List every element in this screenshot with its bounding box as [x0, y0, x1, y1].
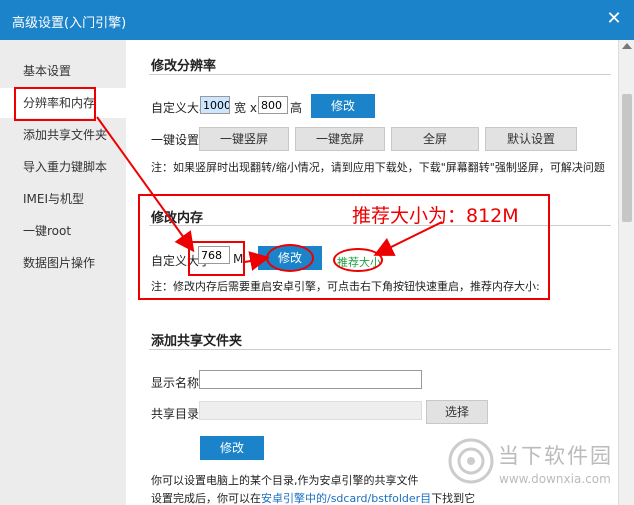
- display-name-label: 显示名称:: [151, 376, 204, 390]
- scrollbar-thumb[interactable]: [622, 94, 632, 222]
- resolution-section-title: 修改分辨率: [151, 59, 217, 74]
- shared-folder-divider: [149, 349, 611, 350]
- scroll-up-arrow-icon[interactable]: [622, 43, 632, 49]
- one-key-portrait-button[interactable]: 一键竖屏: [199, 127, 289, 151]
- sidebar-item-gravity-script[interactable]: 导入重力键脚本: [0, 152, 126, 182]
- fullscreen-button[interactable]: 全屏: [391, 127, 479, 151]
- close-icon[interactable]: ✕: [604, 9, 624, 29]
- memory-input-highlight-box: [188, 241, 245, 276]
- resolution-modify-button[interactable]: 修改: [311, 94, 375, 118]
- resolution-height-input[interactable]: [258, 96, 288, 114]
- sidebar-item-imei-model[interactable]: IMEI与机型: [0, 184, 126, 214]
- sidebar-item-one-key-root[interactable]: 一键root: [0, 216, 126, 246]
- window-title: 高级设置(入门引擎): [12, 16, 127, 31]
- sidebar-item-data-image[interactable]: 数据图片操作: [0, 248, 126, 278]
- title-bar: 高级设置(入门引擎) ✕: [0, 0, 634, 40]
- modify-button-highlight-ellipse: [266, 244, 314, 272]
- shared-folder-info-line1: 你可以设置电脑上的某个目录,作为安卓引擎的共享文件: [151, 474, 419, 487]
- share-directory-label: 共享目录:: [151, 407, 204, 421]
- shared-folder-info-line2: 设置完成后，你可以在安卓引擎中的/sdcard/bstfolder目下找到它: [151, 492, 476, 505]
- resolution-note: 注：如果竖屏时出现翻转/缩小情况，请到应用下载处，下载"屏幕翻转"强制竖屏，可解…: [151, 161, 605, 174]
- vertical-scrollbar[interactable]: [618, 40, 634, 505]
- display-name-input[interactable]: [199, 370, 422, 389]
- shared-folder-modify-button[interactable]: 修改: [200, 436, 264, 460]
- quick-settings-label: 一键设置:: [151, 133, 204, 147]
- resolution-width-label: 宽 x: [234, 101, 257, 115]
- watermark-url: www.downxia.com: [499, 472, 611, 486]
- sidebar-item-basic-settings[interactable]: 基本设置: [0, 56, 126, 86]
- watermark-name: 当下软件园: [498, 444, 613, 468]
- browse-directory-button[interactable]: 选择: [426, 400, 488, 424]
- resolution-width-input[interactable]: [200, 96, 230, 114]
- recommend-link-highlight-ellipse: [333, 248, 383, 272]
- sdcard-path-link[interactable]: 安卓引擎中的/sdcard/bstfolder目: [261, 492, 431, 505]
- downxia-logo-icon: [448, 438, 494, 484]
- default-settings-button[interactable]: 默认设置: [485, 127, 577, 151]
- one-key-landscape-button[interactable]: 一键宽屏: [295, 127, 385, 151]
- sidebar-highlight-box: [14, 87, 96, 121]
- resolution-divider: [149, 74, 611, 75]
- resolution-height-label: 高: [290, 101, 303, 115]
- share-directory-input[interactable]: [199, 401, 422, 420]
- shared-folder-section-title: 添加共享文件夹: [151, 334, 243, 349]
- sidebar-item-shared-folder[interactable]: 添加共享文件夹: [0, 120, 126, 150]
